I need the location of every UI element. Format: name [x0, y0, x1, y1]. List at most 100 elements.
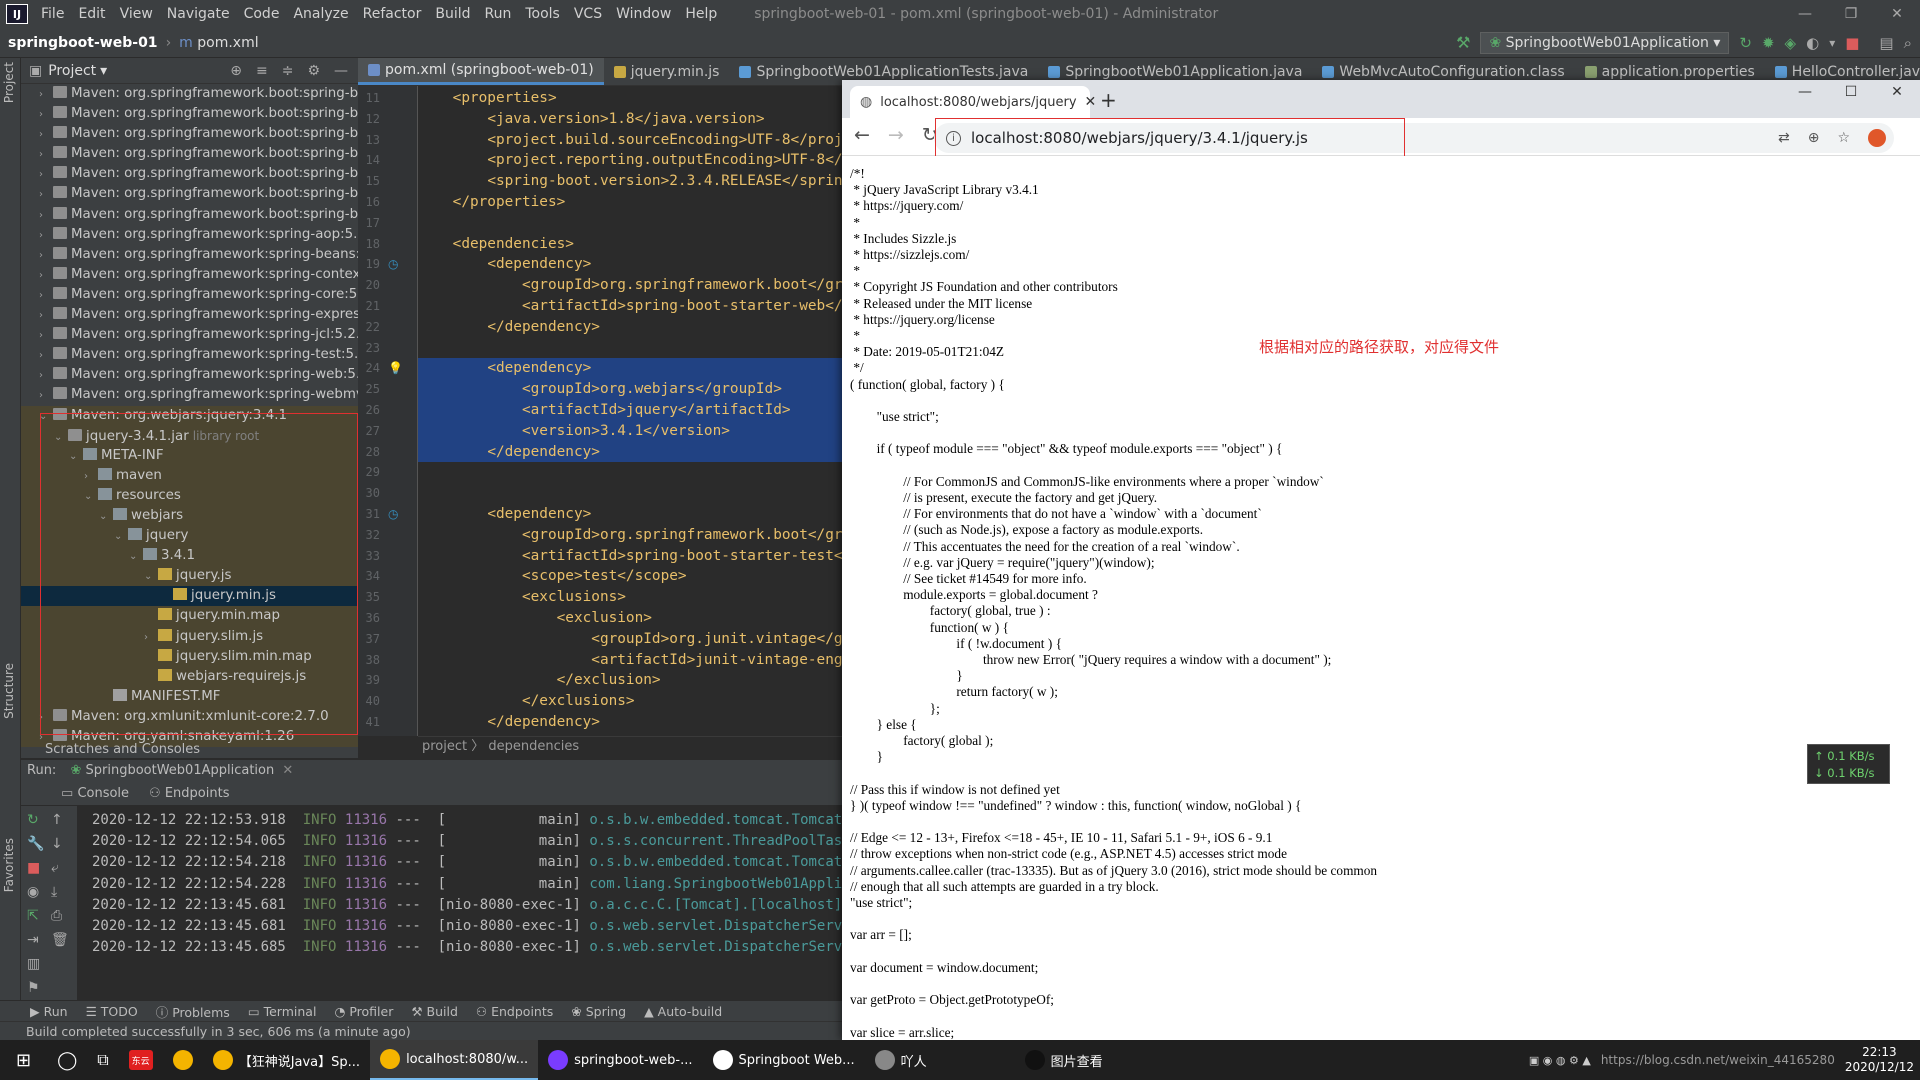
- tree-item[interactable]: ⌄ jquery-3.4.1.jar library root: [21, 425, 358, 446]
- log-line[interactable]: 2020-12-12 22:12:53.918 INFO 11316 --- […: [92, 810, 842, 831]
- wrench-icon[interactable]: 🔧: [27, 836, 44, 852]
- chevron-right-icon[interactable]: ›: [39, 206, 53, 225]
- forward-icon[interactable]: →: [888, 124, 904, 146]
- tree-item[interactable]: jquery.min.js: [21, 586, 358, 607]
- code-line[interactable]: <exclusions>: [418, 587, 842, 608]
- code-line[interactable]: <project.reporting.outputEncoding>UTF-8<…: [418, 150, 842, 171]
- stop-icon[interactable]: ■: [1845, 34, 1859, 52]
- menu-item-edit[interactable]: Edit: [71, 6, 112, 22]
- chevron-right-icon[interactable]: ›: [39, 246, 53, 265]
- taskbar-app[interactable]: 东云: [119, 1040, 163, 1080]
- menu-item-build[interactable]: Build: [428, 6, 477, 22]
- print-icon[interactable]: ⎙: [51, 908, 69, 924]
- editor-tab[interactable]: jquery.min.js: [604, 58, 730, 85]
- tree-item[interactable]: ⌄ Maven: org.webjars:jquery:3.4.1: [21, 405, 358, 426]
- bookmark-star-icon[interactable]: ☆: [1837, 130, 1850, 146]
- code-line[interactable]: </dependency>: [418, 317, 842, 338]
- translate-icon[interactable]: ⇄: [1778, 130, 1790, 146]
- stop-app-icon[interactable]: ■: [27, 860, 44, 876]
- tree-item[interactable]: › Maven: org.springframework.boot:spring-…: [21, 164, 358, 184]
- tree-item[interactable]: › Maven: org.xmlunit:xmlunit-core:2.7.0: [21, 706, 358, 727]
- taskbar-app[interactable]: Springboot Web...: [703, 1040, 865, 1080]
- chevron-right-icon[interactable]: ›: [39, 125, 53, 144]
- locate-icon[interactable]: ⊕: [230, 63, 242, 79]
- editor-breadcrumb[interactable]: project 〉 dependencies: [418, 736, 842, 756]
- pin-icon[interactable]: ⚑: [27, 980, 44, 996]
- back-icon[interactable]: ←: [854, 124, 870, 146]
- console-output[interactable]: 2020-12-12 22:12:53.918 INFO 11316 --- […: [77, 806, 842, 1006]
- tree-item[interactable]: ⌄ 3.4.1: [21, 546, 358, 567]
- more-run-chevron-icon[interactable]: ▾: [1829, 36, 1835, 50]
- tree-item[interactable]: › Maven: org.springframework.boot:spring-…: [21, 104, 358, 124]
- clock[interactable]: 22:13 2020/12/12: [1845, 1045, 1914, 1075]
- rerun-icon[interactable]: ↻: [1739, 34, 1752, 52]
- run-configuration-select[interactable]: ❀ SpringbootWeb01Application ▾: [1480, 31, 1730, 54]
- close-run-tab-icon[interactable]: ✕: [282, 763, 293, 778]
- bottom-tab-terminal[interactable]: ▭ Terminal: [248, 1004, 317, 1019]
- code-line[interactable]: <java.version>1.8</java.version>: [418, 109, 842, 130]
- close-icon[interactable]: ✕: [1874, 6, 1920, 22]
- start-windows-icon[interactable]: ⊞: [0, 1040, 47, 1080]
- tree-item[interactable]: › Maven: org.springframework.boot:spring-…: [21, 84, 358, 104]
- layout-icon[interactable]: ▥: [27, 956, 44, 972]
- chevron-down-icon[interactable]: ⌄: [99, 507, 113, 526]
- tree-item[interactable]: › Maven: org.springframework:spring-web:5…: [21, 365, 358, 385]
- menu-item-tools[interactable]: Tools: [518, 6, 567, 22]
- chevron-right-icon[interactable]: ›: [39, 346, 53, 365]
- tree-item[interactable]: MANIFEST.MF: [21, 686, 358, 707]
- url-text[interactable]: localhost:8080/webjars/jquery/3.4.1/jque…: [971, 129, 1308, 147]
- run-gutter-icon[interactable]: ◷: [388, 504, 398, 525]
- tree-item[interactable]: › maven: [21, 465, 358, 486]
- code-line[interactable]: </exclusion>: [418, 670, 842, 691]
- code-line[interactable]: <groupId>org.springframework.boot</group…: [418, 525, 842, 546]
- run-app-tab[interactable]: SpringbootWeb01Application: [86, 763, 275, 778]
- code-line[interactable]: <scope>test</scope>: [418, 566, 842, 587]
- chevron-right-icon[interactable]: ›: [39, 286, 53, 305]
- log-line[interactable]: 2020-12-12 22:12:54.065 INFO 11316 --- […: [92, 831, 842, 852]
- bottom-tab-build[interactable]: ⚒ Build: [411, 1004, 458, 1019]
- code-line[interactable]: <spring-boot.version>2.3.4.RELEASE</spri…: [418, 171, 842, 192]
- project-view-select[interactable]: Project: [48, 63, 96, 79]
- taskbar-app[interactable]: localhost:8080/w...: [370, 1040, 539, 1080]
- chevron-right-icon[interactable]: ›: [39, 366, 53, 385]
- code-line[interactable]: </exclusions>: [418, 691, 842, 712]
- zoom-icon[interactable]: ⊕: [1808, 130, 1820, 146]
- task-view-icon[interactable]: ⧉: [87, 1040, 118, 1080]
- code-line[interactable]: <dependency>: [418, 254, 842, 275]
- tree-item[interactable]: ⌄ jquery.js: [21, 566, 358, 587]
- bottom-tab-spring[interactable]: ❀ Spring: [571, 1004, 626, 1019]
- tree-item[interactable]: › Maven: org.springframework:spring-aop:5…: [21, 225, 358, 245]
- menu-item-view[interactable]: View: [113, 6, 160, 22]
- tree-item[interactable]: ⌄ webjars: [21, 505, 358, 527]
- chevron-right-icon[interactable]: ›: [39, 185, 53, 204]
- profile-icon[interactable]: ◐: [1806, 34, 1819, 52]
- tab-endpoints[interactable]: ⚇ Endpoints: [149, 786, 229, 801]
- menu-item-run[interactable]: Run: [478, 6, 519, 22]
- minimize-icon[interactable]: —: [1782, 6, 1828, 22]
- nav-file[interactable]: m pom.xml: [171, 35, 266, 51]
- restore-layout-icon[interactable]: ⇱: [27, 908, 44, 924]
- coverage-icon[interactable]: ◈: [1785, 34, 1797, 52]
- code-line[interactable]: <dependency>: [418, 358, 842, 380]
- chevron-down-icon[interactable]: ⌄: [129, 547, 143, 566]
- code-line[interactable]: <artifactId>junit-vintage-engine: [418, 650, 842, 671]
- tray-icons[interactable]: ▣ ◉ ◍ ⚙ ▲: [1529, 1054, 1591, 1067]
- bottom-tab-todo[interactable]: ☰ TODO: [86, 1004, 138, 1019]
- code-line[interactable]: [418, 338, 842, 359]
- code-line[interactable]: </dependency>: [418, 712, 842, 733]
- camera-icon[interactable]: ◉: [27, 884, 44, 900]
- chevron-down-icon[interactable]: ▾: [100, 63, 107, 79]
- info-icon[interactable]: i: [946, 130, 961, 146]
- favorites-tool-tab[interactable]: Favorites: [2, 838, 16, 892]
- tree-item[interactable]: › Maven: org.springframework:spring-conte…: [21, 265, 358, 285]
- chevron-right-icon[interactable]: ›: [39, 105, 53, 124]
- search-circle-icon[interactable]: ◯: [47, 1040, 87, 1080]
- code-editor[interactable]: <properties> <java.version>1.8</java.ver…: [418, 86, 842, 736]
- exit-icon[interactable]: ⇥: [27, 932, 44, 948]
- code-line[interactable]: <dependency>: [418, 504, 842, 525]
- code-line[interactable]: <artifactId>spring-boot-starter-web</art…: [418, 296, 842, 317]
- code-line[interactable]: [418, 213, 842, 234]
- editor-tab[interactable]: pom.xml (springboot-web-01): [358, 58, 604, 85]
- menu-item-help[interactable]: Help: [678, 6, 724, 22]
- log-line[interactable]: 2020-12-12 22:12:54.228 INFO 11316 --- […: [92, 874, 842, 895]
